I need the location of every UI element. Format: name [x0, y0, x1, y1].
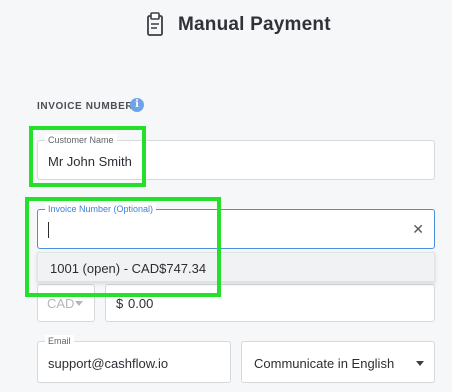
amount-value: 0.00 — [128, 296, 154, 311]
chevron-down-icon — [75, 301, 83, 306]
clear-icon[interactable]: ✕ — [412, 221, 424, 238]
language-value: Communicate in English — [254, 356, 395, 371]
document-icon — [147, 12, 163, 36]
info-icon[interactable]: i — [130, 98, 144, 112]
email-label: Email — [45, 335, 74, 347]
highlight-box — [29, 126, 146, 187]
currency-value: CAD — [47, 296, 75, 311]
currency-symbol: $ — [116, 296, 124, 311]
language-select[interactable]: Communicate in English — [241, 341, 435, 383]
page-title: Manual Payment — [178, 14, 331, 35]
section-label: INVOICE NUMBER — [37, 101, 134, 112]
page-header: Manual Payment — [0, 12, 452, 40]
email-value: support@cashflow.io — [48, 356, 169, 371]
highlight-box — [25, 197, 221, 297]
email-field[interactable]: Email support@cashflow.io — [37, 335, 231, 383]
chevron-down-icon — [416, 361, 424, 366]
